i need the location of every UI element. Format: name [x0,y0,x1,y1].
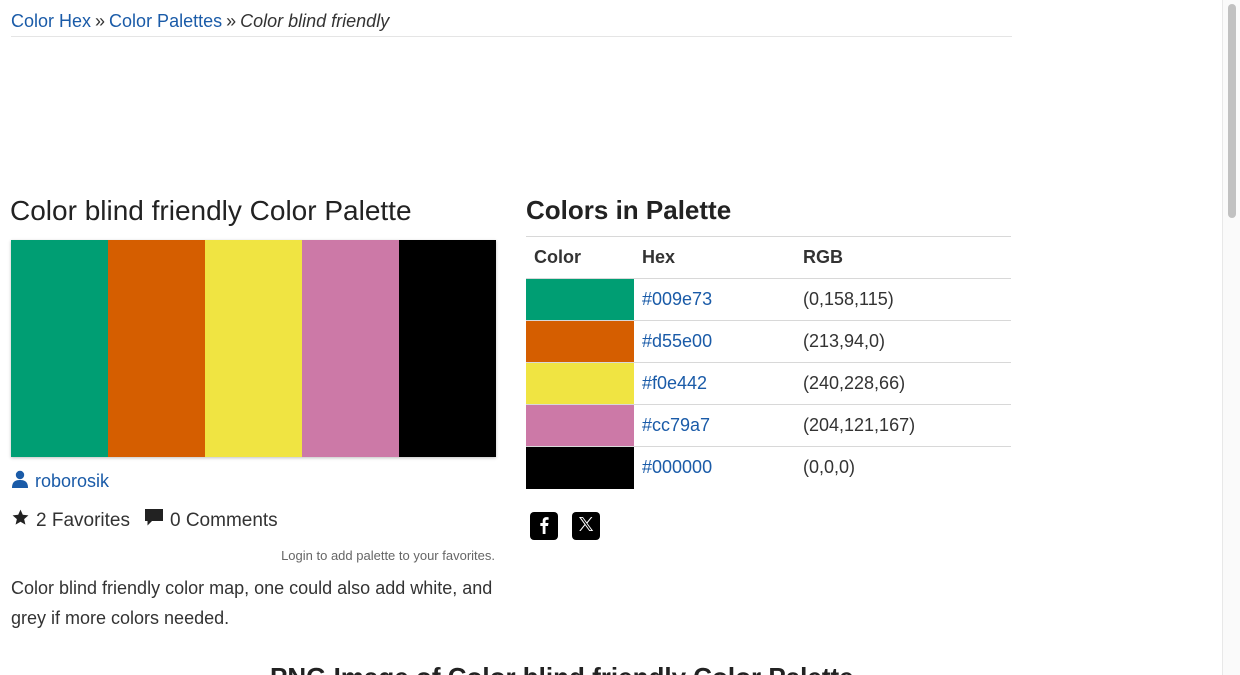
breadcrumb-separator: » [226,11,237,31]
breadcrumb: Color Hex» Color Palettes» Color blind fri… [11,8,1012,37]
rgb-value: (204,121,167) [795,404,1011,447]
table-header-row: Color Hex RGB [526,236,1011,279]
table-row: #d55e00 (213,94,0) [526,320,1011,363]
palette-swatch[interactable] [11,240,108,457]
share-buttons [530,512,600,540]
column-header-hex: Hex [634,236,795,279]
facebook-icon [534,514,554,539]
table-row: #000000 (0,0,0) [526,446,1011,489]
comments-stat[interactable]: 0 Comments [144,508,278,533]
facebook-share-button[interactable] [530,512,558,540]
color-swatch-cell[interactable] [526,446,634,489]
color-swatch-cell[interactable] [526,320,634,363]
breadcrumb-separator: » [95,11,106,31]
user-icon [11,470,29,493]
hex-link[interactable]: #d55e00 [642,331,712,351]
rgb-value: (0,0,0) [803,457,856,478]
login-note: Login to add palette to your favorites. [281,548,495,563]
table-row: #f0e442 (240,228,66) [526,362,1011,405]
hex-link[interactable]: #f0e442 [642,373,707,393]
hex-link[interactable]: #000000 [642,457,712,477]
table-row: #cc79a7 (204,121,167) [526,404,1011,447]
color-swatch-cell[interactable] [526,362,634,405]
favorites-stat[interactable]: 2 Favorites [11,508,130,533]
breadcrumb-link-color-hex[interactable]: Color Hex [11,11,91,31]
breadcrumb-link-color-palettes[interactable]: Color Palettes [109,11,222,31]
palette-stats: 2 Favorites 0 Comments [11,508,292,533]
star-icon [11,508,30,533]
comments-count: 0 Comments [169,509,278,531]
comment-icon [144,508,164,533]
rgb-value: (0,158,115) [795,278,1011,321]
colors-table: Color Hex RGB #009e73 (0,158,115) #d55e0… [526,236,1011,489]
palette-description: Color blind friendly color map, one coul… [11,578,493,628]
rgb-value: (213,94,0) [795,320,1011,363]
author: roborosik [11,470,109,493]
color-swatch-cell[interactable] [526,278,634,321]
x-icon [577,515,595,538]
scrollbar-thumb[interactable] [1228,4,1236,218]
favorites-count: 2 Favorites [36,509,130,531]
hex-link[interactable]: #009e73 [642,289,712,309]
author-link[interactable]: roborosik [35,471,109,492]
page-scrollbar[interactable] [1222,0,1240,675]
hex-link[interactable]: #cc79a7 [642,415,710,435]
palette-swatch[interactable] [108,240,205,457]
palette-preview[interactable] [11,240,496,457]
rgb-value: (240,228,66) [795,362,1011,405]
png-image-heading: PNG Image of Color blind friendly Color … [270,662,854,675]
page-title: Color blind friendly Color Palette [10,195,412,226]
palette-swatch[interactable] [205,240,302,457]
ad-space [11,40,1012,190]
x-share-button[interactable] [572,512,600,540]
color-swatch-cell[interactable] [526,404,634,447]
palette-swatch[interactable] [302,240,399,457]
colors-in-palette-title: Colors in Palette [526,195,732,225]
breadcrumb-current: Color blind friendly [240,11,390,31]
palette-swatch[interactable] [399,240,496,457]
column-header-color: Color [526,236,634,279]
column-header-rgb: RGB [795,236,1011,279]
table-row: #009e73 (0,158,115) [526,278,1011,321]
